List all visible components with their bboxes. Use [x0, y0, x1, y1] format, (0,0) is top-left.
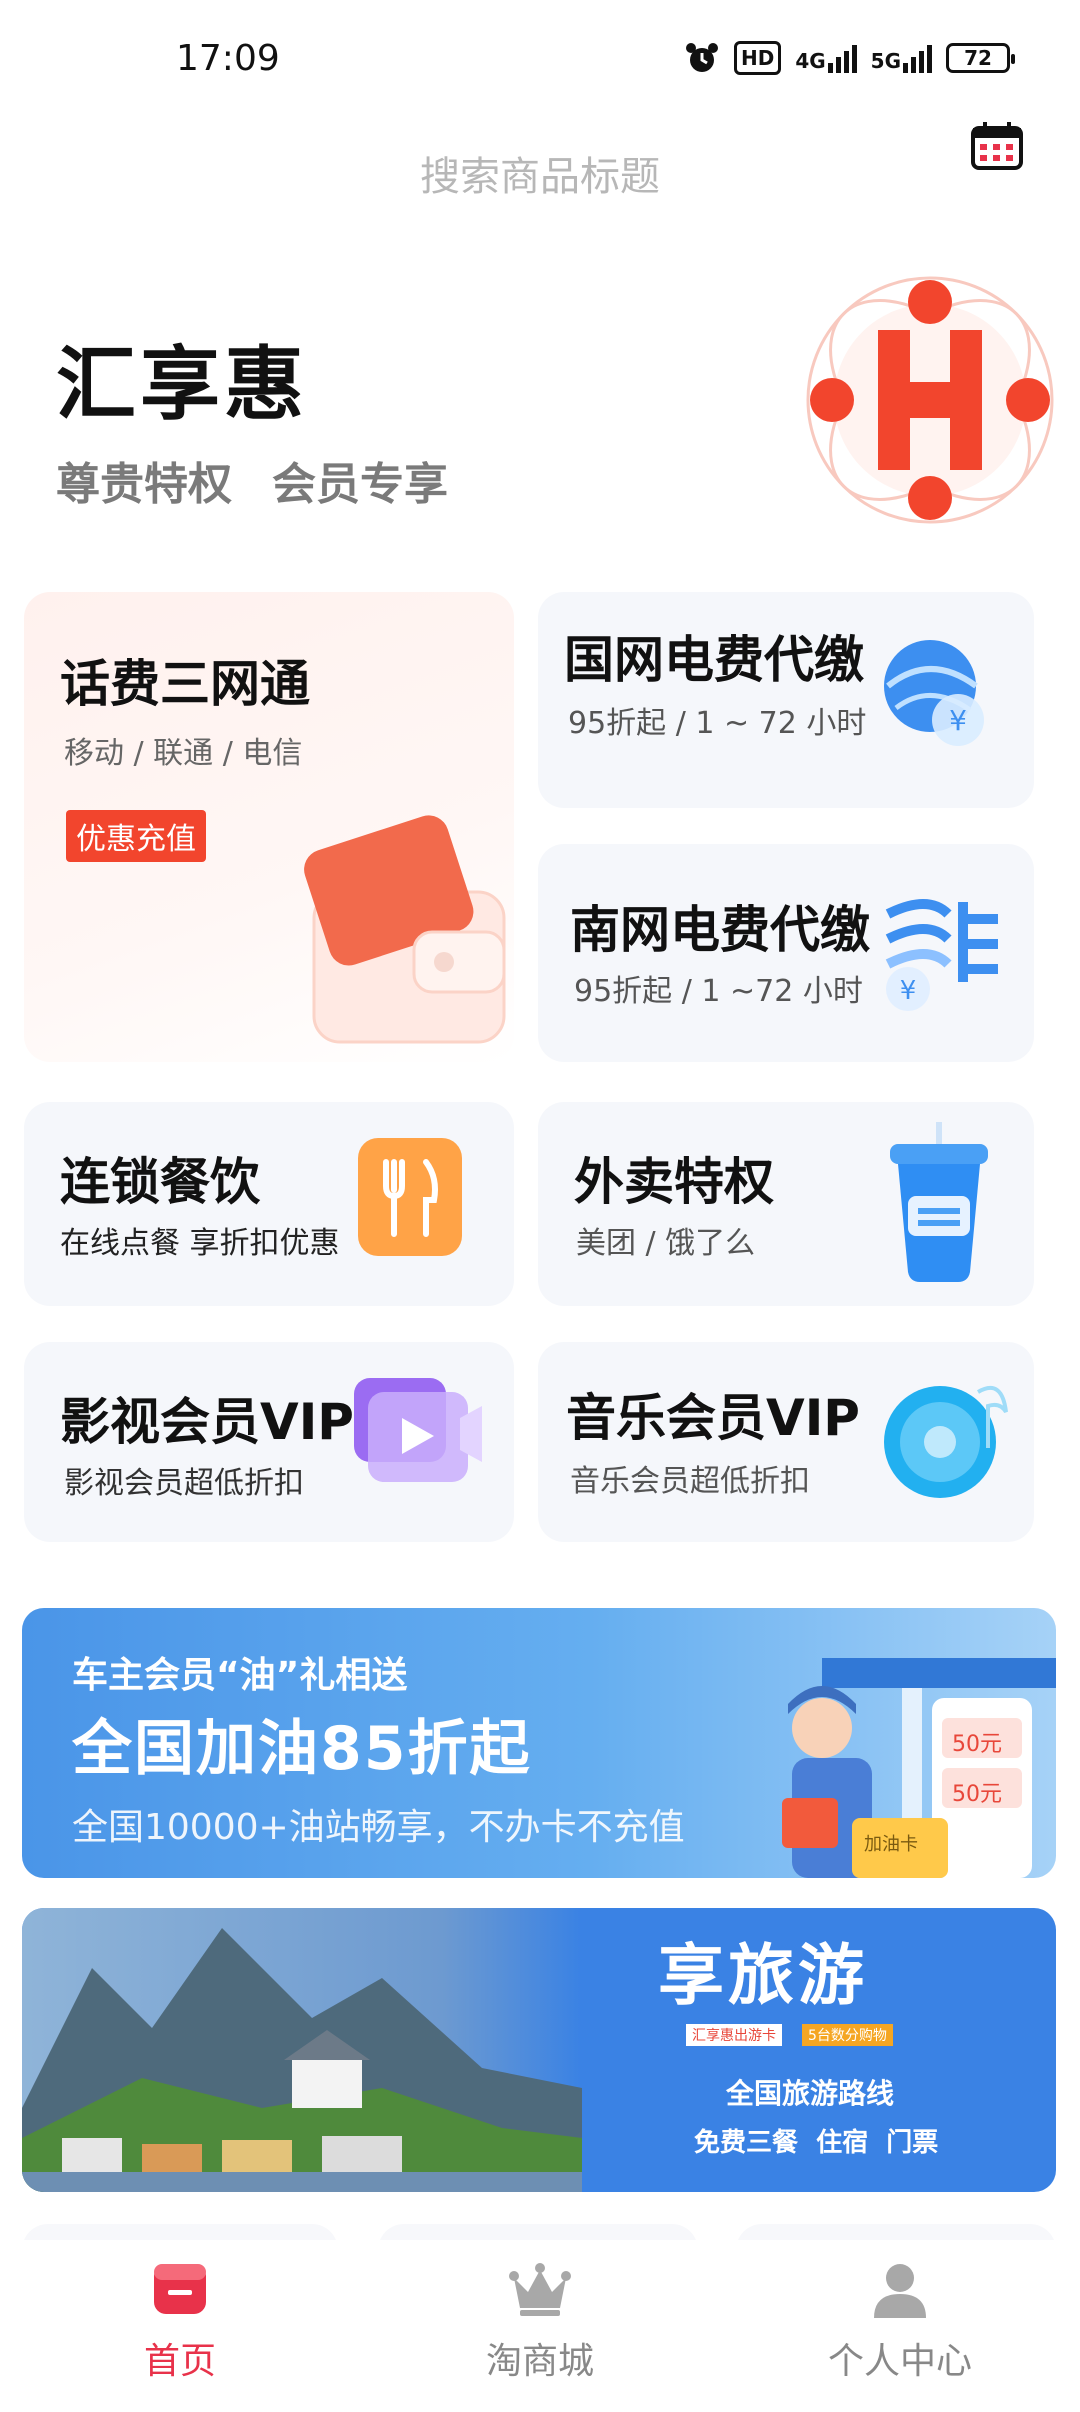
nav-home[interactable]: 首页 [30, 2260, 330, 2384]
hd-badge: HD [733, 41, 782, 75]
calendar-icon[interactable] [970, 120, 1024, 172]
nav-label: 首页 [143, 2341, 216, 2382]
banner-line-3: 全国10000+油站畅享，不办卡不充值 [72, 1807, 685, 1848]
home-shop-icon [154, 2264, 206, 2314]
card-title: 话费三网通 [60, 655, 310, 713]
nav-label: 个人中心 [827, 2341, 972, 2382]
status-time: 17:09 [176, 38, 280, 79]
fuel-card-label: 加油卡 [864, 1834, 918, 1855]
fork-knife-icon [358, 1138, 462, 1256]
card-takeout[interactable]: 外卖特权 美团 / 饿了么 [538, 1102, 1034, 1306]
card-music-vip[interactable]: 音乐会员VIP 音乐会员超低折扣 [538, 1342, 1034, 1542]
person-icon [874, 2264, 926, 2318]
pump-price-label-1: 50元 [952, 1732, 1002, 1757]
card-subtitle: 在线点餐 享折扣优惠 [60, 1226, 340, 1261]
brand-logo-icon [806, 276, 1054, 524]
card-subtitle: 95折起 / 1 ~ 72 小时 [568, 706, 867, 741]
card-chain-dining[interactable]: 连锁餐饮 在线点餐 享折扣优惠 [24, 1102, 514, 1306]
status-bar: 17:09 HD 4G 5G 72 [0, 0, 1080, 120]
hero-subtitle-1: 尊贵特权 [56, 459, 232, 510]
card-video-vip[interactable]: 影视会员VIP 影视会员超低折扣 [24, 1342, 514, 1542]
globe-yuan-icon: ¥ [884, 640, 984, 746]
fuel-promo-banner[interactable]: 车主会员“油”礼相送 全国加油85折起 全国10000+油站畅享，不办卡不充值 … [22, 1608, 1056, 1878]
card-subtitle: 移动 / 联通 / 电信 [64, 736, 303, 771]
search-placeholder[interactable]: 搜索商品标题 [0, 144, 1080, 202]
card-title: 连锁餐饮 [60, 1153, 260, 1211]
card-phone-recharge[interactable]: 话费三网通 移动 / 联通 / 电信 优惠充值 [24, 592, 514, 1062]
music-disc-icon [884, 1386, 1008, 1498]
travel-line-2: 免费三餐 住宿 门票 [694, 2128, 939, 2158]
crown-icon [509, 2263, 571, 2316]
card-title: 影视会员VIP [60, 1393, 354, 1451]
card-title: 音乐会员VIP [566, 1389, 860, 1447]
travel-line-1: 全国旅游路线 [726, 2077, 895, 2110]
card-title: 外卖特权 [574, 1153, 774, 1211]
travel-promo-banner[interactable]: 享旅游 汇享惠出游卡 5台数分购物 全国旅游路线 免费三餐 住宿 门票 [22, 1908, 1056, 2192]
card-subtitle: 音乐会员超低折扣 [570, 1464, 810, 1499]
travel-badge-right: 5台数分购物 [802, 2024, 893, 2046]
nav-label: 淘商城 [485, 2341, 594, 2382]
search-bar[interactable]: 搜索商品标题 [0, 130, 1080, 210]
card-state-grid-electricity[interactable]: 国网电费代缴 95折起 / 1 ~ 72 小时 ¥ [538, 592, 1034, 808]
travel-badge-left: 汇享惠出游卡 [686, 2024, 782, 2046]
scenery-image [22, 1908, 582, 2192]
signal-4g-icon: 4G [795, 43, 857, 73]
svg-text:¥: ¥ [900, 976, 917, 1006]
banner-line-2: 全国加油85折起 [72, 1714, 532, 1784]
card-title: 南网电费代缴 [570, 901, 870, 959]
bottom-nav: 首页 淘商城 个人中心 [0, 2240, 1080, 2412]
signal-5g-icon: 5G [871, 43, 932, 73]
status-icons: HD 4G 5G 72 [684, 40, 1015, 76]
card-subtitle: 美团 / 饿了么 [576, 1226, 756, 1261]
nav-profile[interactable]: 个人中心 [750, 2260, 1050, 2384]
power-grid-icon: ¥ [885, 899, 998, 1011]
discount-tag: 优惠充值 [66, 810, 206, 862]
card-south-grid-electricity[interactable]: 南网电费代缴 95折起 / 1 ~72 小时 ¥ [538, 844, 1034, 1062]
video-play-icon [354, 1378, 482, 1482]
hero-subtitle: 尊贵特权 会员专享 [56, 448, 448, 512]
hero-title: 汇享惠 [56, 338, 308, 431]
battery-icon: 72 [946, 43, 1015, 73]
svg-text:¥: ¥ [949, 704, 967, 737]
card-subtitle: 95折起 / 1 ~72 小时 [574, 974, 863, 1009]
nav-mall[interactable]: 淘商城 [390, 2260, 690, 2384]
travel-title: 享旅游 [658, 1936, 868, 2014]
card-title: 国网电费代缴 [564, 631, 864, 689]
wallet-icon [304, 815, 506, 1044]
pump-price-label-2: 50元 [952, 1782, 1002, 1807]
hero-subtitle-2: 会员专享 [272, 459, 448, 510]
drink-cup-icon [890, 1122, 988, 1282]
banner-line-1: 车主会员“油”礼相送 [72, 1655, 408, 1696]
alarm-icon [685, 43, 718, 72]
card-subtitle: 影视会员超低折扣 [64, 1466, 304, 1501]
